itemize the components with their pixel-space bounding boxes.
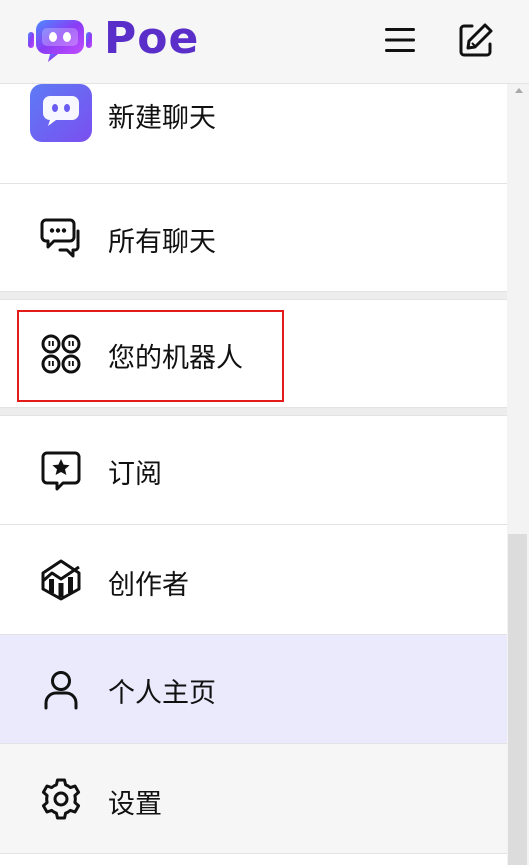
menu-item-label: 创作者 — [108, 570, 189, 601]
menu-item-label: 订阅 — [108, 459, 162, 490]
menu-item-label: 所有聊天 — [108, 227, 216, 258]
menu-item-label: 个人主页 — [108, 678, 216, 709]
star-bubble-icon — [40, 450, 82, 492]
new-chat-edit-icon — [459, 23, 493, 57]
menu-separator — [0, 292, 507, 300]
menu-button[interactable] — [380, 20, 420, 60]
menu-item-profile[interactable]: 个人主页 — [0, 635, 507, 744]
poe-bot-logo-icon — [28, 20, 92, 62]
scrollbar-thumb[interactable] — [508, 534, 527, 865]
menu-separator — [0, 408, 507, 416]
hamburger-menu-icon — [385, 28, 415, 52]
menu-item-settings[interactable]: 设置 — [0, 744, 507, 854]
menu-item-all-chats[interactable]: 所有聊天 — [0, 184, 507, 292]
poe-logo[interactable]: Poe — [28, 14, 199, 64]
gear-icon — [40, 778, 82, 820]
menu-item-new-chat[interactable]: 新建聊天 — [0, 84, 507, 184]
menu-item-label: 新建聊天 — [108, 103, 216, 134]
person-icon — [40, 669, 82, 711]
menu-item-subscription[interactable]: 订阅 — [0, 416, 507, 525]
new-chat-button[interactable] — [456, 20, 496, 60]
menu-item-creator[interactable]: 创作者 — [0, 525, 507, 635]
scroll-up-arrow-icon[interactable] — [515, 88, 523, 93]
poe-bot-avatar-icon — [30, 84, 92, 142]
creator-chart-icon — [40, 559, 82, 601]
highlight-box — [17, 310, 284, 402]
sidebar-menu: 新建聊天 所有聊天 您的机器人 订阅 创作者 个人主页 设置 — [0, 84, 507, 854]
app-header: Poe — [0, 0, 529, 84]
menu-item-label: 设置 — [108, 789, 162, 820]
scrollbar[interactable] — [507, 84, 529, 865]
app-name: Poe — [104, 13, 200, 64]
chat-bubbles-icon — [40, 217, 82, 259]
